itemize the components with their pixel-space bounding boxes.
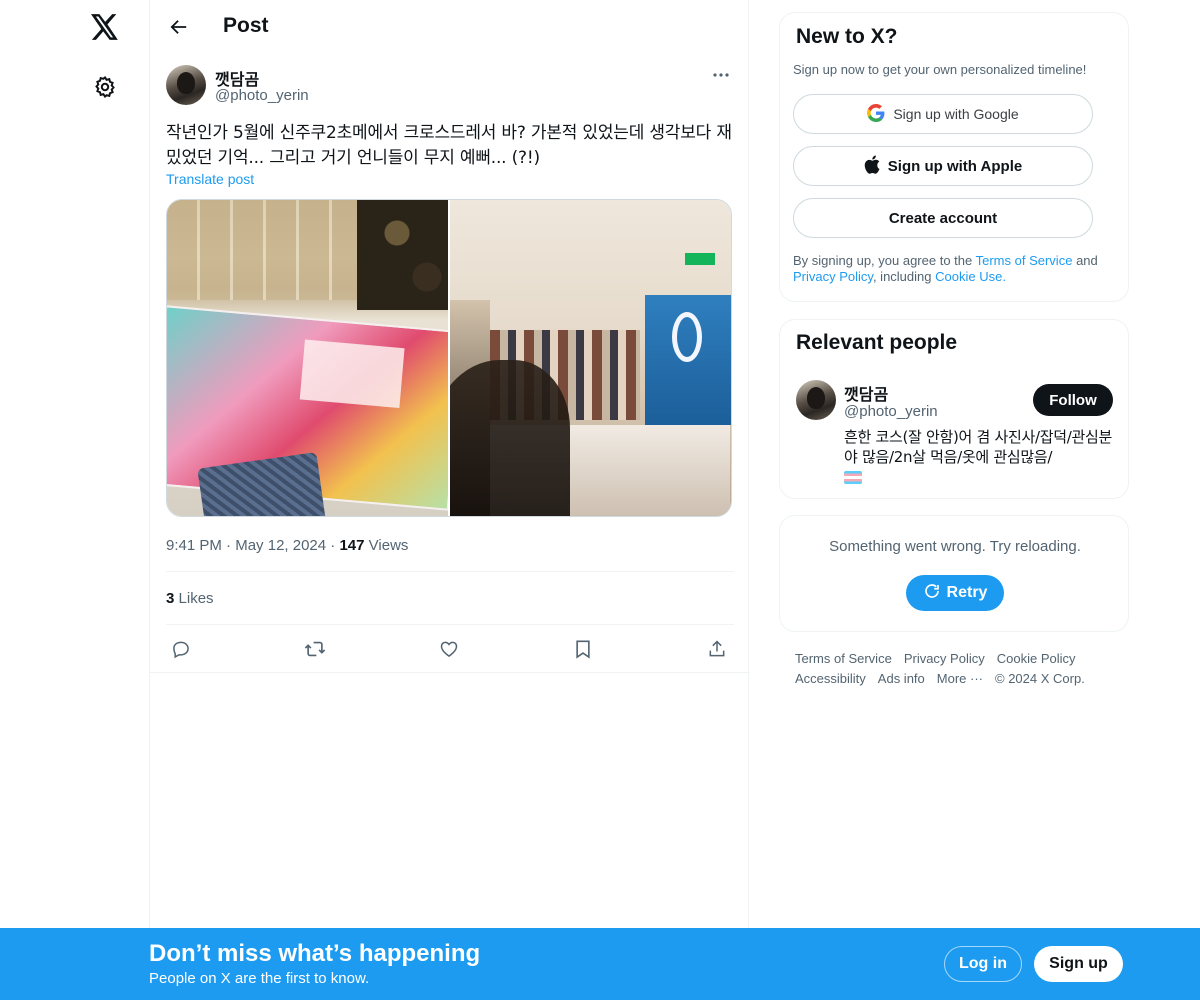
page-title: Post bbox=[223, 14, 269, 37]
privacy-link[interactable]: Privacy Policy bbox=[793, 269, 873, 284]
meta-separator: · bbox=[226, 537, 236, 554]
avatar[interactable] bbox=[796, 380, 836, 420]
relevant-person-bio: 흔한 코스(잘 안함)어 겸 사진사/잡덕/관심분야 많음/2n살 먹음/옷에 … bbox=[844, 427, 1114, 487]
main-column: Post 깻담곰 @photo_yerin 작년인가 5월에 신주쿠2초메에서 … bbox=[149, 0, 750, 1000]
signup-apple-button[interactable]: Sign up with Apple bbox=[793, 146, 1093, 186]
signup-legal-text: By signing up, you agree to the Terms of… bbox=[793, 253, 1123, 285]
header: Post bbox=[150, 0, 750, 54]
author-handle[interactable]: @photo_yerin bbox=[215, 87, 309, 104]
views-count: 147 bbox=[339, 537, 365, 554]
signup-button[interactable]: Sign up bbox=[1034, 946, 1123, 982]
post-date[interactable]: May 12, 2024 bbox=[235, 537, 326, 554]
gear-icon[interactable] bbox=[90, 72, 120, 102]
footer-link[interactable]: Ads info bbox=[878, 671, 925, 686]
cookie-link[interactable]: Cookie Use bbox=[935, 269, 1002, 284]
relevant-person-handle[interactable]: @photo_yerin bbox=[844, 403, 938, 420]
post-media[interactable] bbox=[166, 199, 732, 517]
google-icon bbox=[867, 103, 885, 125]
trans-flag-icon bbox=[844, 471, 862, 484]
bio-text: 흔한 코스(잘 안함)어 겸 사진사/잡덕/관심분야 많음/2n살 먹음/옷에 … bbox=[844, 428, 1112, 466]
share-icon[interactable] bbox=[706, 638, 728, 660]
divider bbox=[166, 624, 734, 625]
translate-link[interactable]: Translate post bbox=[166, 171, 254, 187]
footer-links: Terms of Service Privacy Policy Cookie Pol… bbox=[795, 649, 1125, 689]
banner-subtitle: People on X are the first to know. bbox=[149, 970, 370, 987]
relevant-people-card: Relevant people 깻담곰 @photo_yerin Follow … bbox=[779, 319, 1129, 499]
error-card: Something went wrong. Try reloading. Ret… bbox=[779, 515, 1129, 632]
legal-prefix: By signing up, you agree to the bbox=[793, 253, 973, 268]
divider bbox=[166, 571, 734, 572]
refresh-icon bbox=[923, 582, 941, 605]
apple-icon bbox=[864, 155, 880, 178]
footer-link[interactable]: Terms of Service bbox=[795, 651, 892, 666]
photo-ring-light bbox=[672, 312, 702, 362]
signup-card-title: New to X? bbox=[796, 25, 898, 48]
photo-menu[interactable] bbox=[167, 200, 448, 516]
signup-card: New to X? Sign up now to get your own pe… bbox=[779, 12, 1129, 302]
left-nav bbox=[0, 0, 150, 1000]
back-arrow-icon[interactable] bbox=[164, 12, 194, 42]
follow-button[interactable]: Follow bbox=[1033, 384, 1113, 416]
signup-apple-label: Sign up with Apple bbox=[887, 157, 1023, 175]
footer-link[interactable]: Accessibility bbox=[795, 671, 866, 686]
likes-label: Likes bbox=[178, 590, 214, 607]
legal-and: and bbox=[1076, 253, 1098, 268]
legal-including: , including bbox=[872, 269, 932, 284]
reply-icon[interactable] bbox=[170, 638, 192, 660]
banner-title: Don’t miss what’s happening bbox=[149, 940, 481, 967]
footer-link[interactable]: Cookie Policy bbox=[997, 651, 1076, 666]
photo-bar-interior[interactable] bbox=[450, 200, 731, 516]
terms-link[interactable]: Terms of Service bbox=[976, 253, 1073, 268]
like-icon[interactable] bbox=[438, 638, 460, 660]
relevant-person-name[interactable]: 깻담곰 bbox=[844, 381, 888, 405]
photo-silhouette bbox=[450, 360, 570, 516]
error-message: Something went wrong. Try reloading. bbox=[829, 538, 1081, 555]
likes-row[interactable]: 3 Likes bbox=[166, 590, 214, 607]
create-account-button[interactable]: Create account bbox=[793, 198, 1093, 238]
divider bbox=[150, 672, 750, 673]
footer-link[interactable]: More ··· bbox=[937, 671, 983, 686]
bookmark-icon[interactable] bbox=[572, 638, 594, 660]
post-actions bbox=[166, 638, 734, 660]
copyright: © 2024 X Corp. bbox=[995, 671, 1085, 686]
login-button[interactable]: Log in bbox=[944, 946, 1022, 982]
post-meta: 9:41 PM · May 12, 2024 · 147 Views bbox=[166, 537, 408, 554]
photo-shelf-dark bbox=[357, 200, 448, 310]
relevant-people-title: Relevant people bbox=[796, 331, 958, 354]
signup-banner: Don’t miss what’s happening People on X … bbox=[0, 928, 1200, 1000]
signup-card-subtitle: Sign up now to get your own personalized… bbox=[793, 62, 1087, 77]
likes-count: 3 bbox=[166, 590, 175, 607]
signup-google-label: Sign up with Google bbox=[893, 106, 1019, 122]
x-logo-icon[interactable] bbox=[88, 10, 122, 44]
more-icon[interactable] bbox=[710, 68, 732, 82]
photo-exit-sign bbox=[685, 253, 715, 265]
legal-period: . bbox=[1002, 269, 1006, 284]
post-time[interactable]: 9:41 PM bbox=[166, 537, 222, 554]
avatar[interactable] bbox=[166, 65, 206, 105]
retry-label: Retry bbox=[946, 584, 988, 601]
signup-google-button[interactable]: Sign up with Google bbox=[793, 94, 1093, 134]
footer-link[interactable]: Privacy Policy bbox=[904, 651, 985, 666]
post-text: 작년인가 5월에 신주쿠2초메에서 크로스드레서 바? 가본적 있었는데 생각보… bbox=[166, 123, 732, 168]
retry-button[interactable]: Retry bbox=[906, 575, 1004, 611]
repost-icon[interactable] bbox=[304, 638, 326, 660]
views-label: Views bbox=[368, 537, 409, 554]
